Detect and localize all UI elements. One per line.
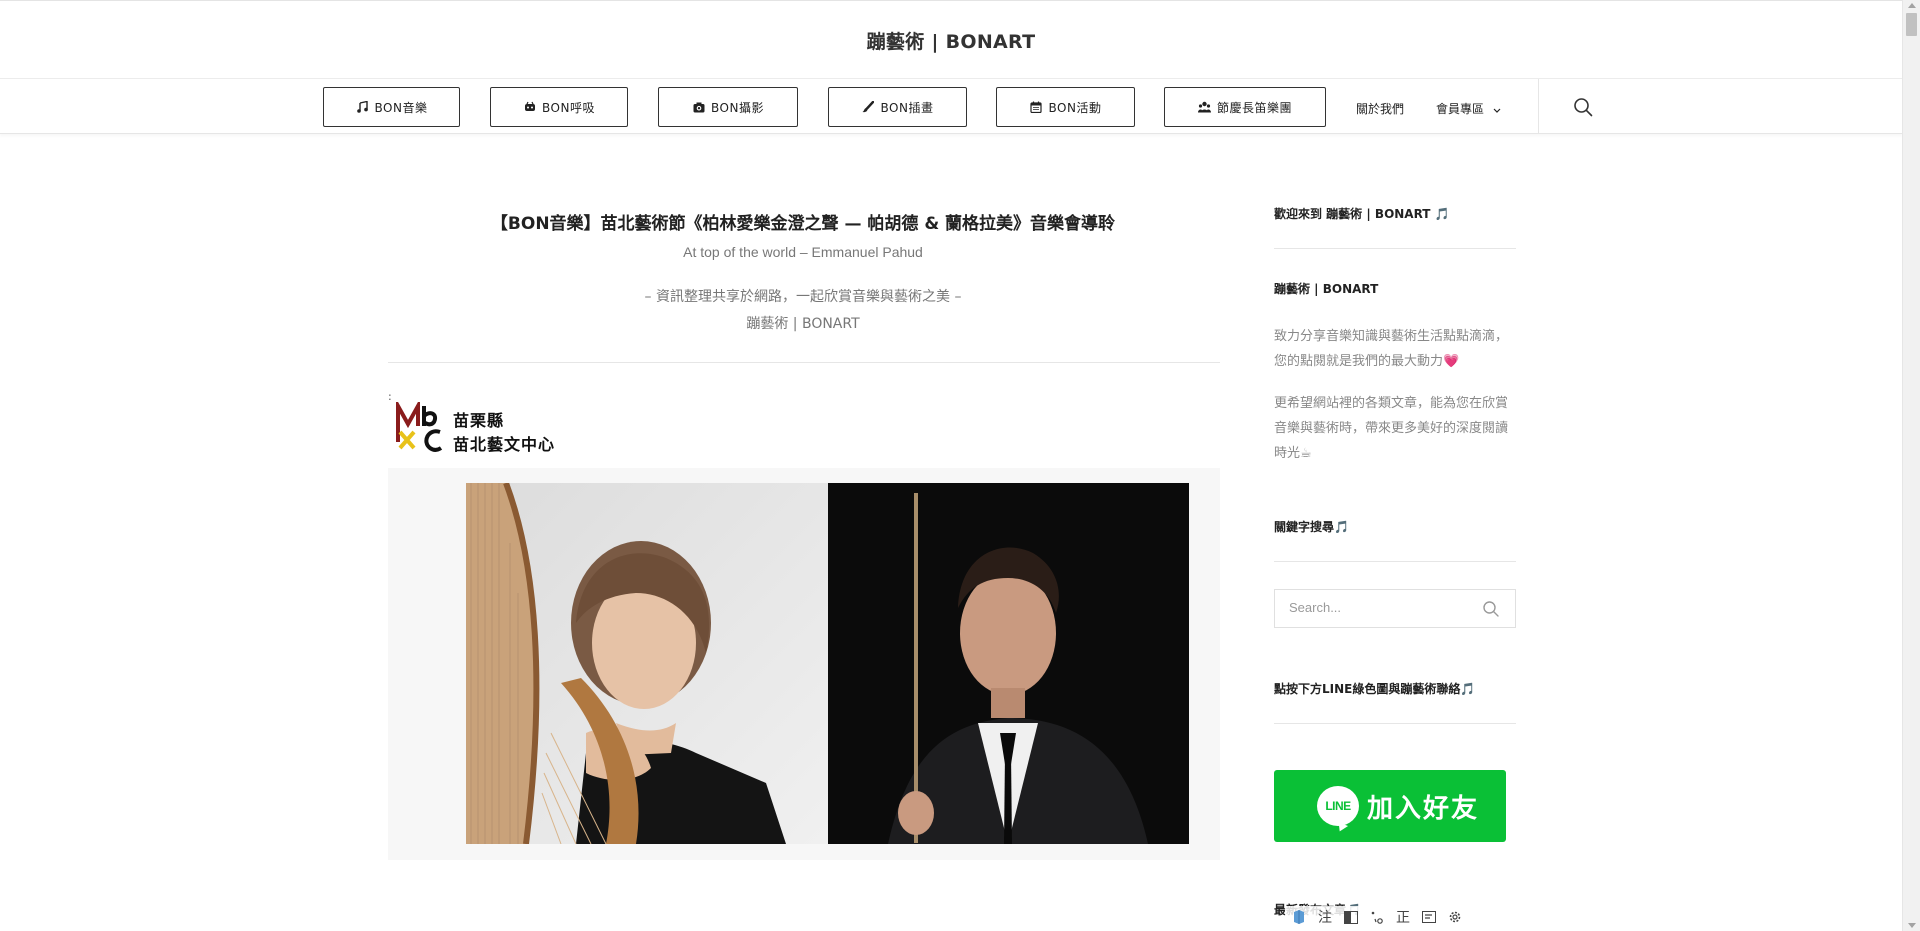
ime-halfwidth-icon[interactable] <box>1341 907 1361 927</box>
logo-text-center: 苗北藝文中心 <box>453 435 556 454</box>
sidebar-divider <box>1274 248 1516 249</box>
nav-button-label: 節慶長笛樂團 <box>1216 100 1292 115</box>
camera-icon <box>692 101 705 114</box>
post-subtitle: At top of the world – Emmanuel Pahud <box>683 244 923 260</box>
sidebar-search-input[interactable] <box>1289 600 1469 615</box>
ime-mode-traditional[interactable]: 正 <box>1393 907 1413 927</box>
brush-icon <box>862 101 875 114</box>
nav-button-label: BON活動 <box>1048 100 1102 115</box>
ime-settings-gear-icon[interactable] <box>1445 907 1465 927</box>
sidebar-about-heading: 蹦藝術 | BONART <box>1274 282 1379 296</box>
scroll-thumb[interactable] <box>1906 13 1917 36</box>
nav-button-events[interactable]: BON活動 <box>996 87 1135 127</box>
nav-divider <box>1538 79 1539 134</box>
group-icon <box>1197 101 1211 114</box>
ime-punctuation-icon[interactable] <box>1367 907 1387 927</box>
sidebar-keyword-heading: 關鍵字搜尋🎵 <box>1274 520 1349 534</box>
nav-link-member-label: 會員專區 <box>1436 102 1485 116</box>
sidebar-search-box <box>1274 589 1516 628</box>
post-signature: 蹦藝術 | BONART <box>746 316 860 332</box>
miaobei-arts-center-logo: 苗栗縣 苗北藝文中心 <box>396 402 566 454</box>
nav-button-breath[interactable]: BON呼吸 <box>490 87 628 127</box>
line-logo-icon: LINE <box>1317 786 1359 826</box>
search-icon[interactable] <box>1482 600 1500 618</box>
nav-link-about[interactable]: 關於我們 <box>1356 100 1404 117</box>
sidebar-welcome-heading: 歡迎來到 蹦藝術 | BONART 🎵 <box>1274 207 1450 221</box>
main-navigation: BON音樂 BON呼吸 BON攝影 BON插畫 BON活動 節慶長笛樂團 關於我… <box>0 79 1902 134</box>
scroll-down-arrow-icon[interactable] <box>1908 923 1916 928</box>
logo-mark <box>396 402 443 452</box>
ime-softkeyboard-icon[interactable] <box>1419 907 1439 927</box>
line-add-friend-label: 加入好友 <box>1367 793 1480 824</box>
featured-image <box>388 468 1220 860</box>
logo-text-county: 苗栗縣 <box>453 411 505 430</box>
chevron-down-icon <box>1493 103 1501 117</box>
page-scrollbar[interactable] <box>1902 0 1920 931</box>
music-note-icon <box>356 101 369 114</box>
nav-button-illustration[interactable]: BON插畫 <box>828 87 967 127</box>
calendar-icon <box>1030 101 1043 114</box>
site-header: 蹦藝術 | BONART <box>0 0 1902 79</box>
sidebar-line-heading: 點按下方LINE綠色圖與蹦藝術聯絡🎵 <box>1274 682 1476 696</box>
sidebar-divider <box>1274 723 1516 724</box>
nav-button-flute-ensemble[interactable]: 節慶長笛樂團 <box>1164 87 1326 127</box>
nav-button-label: BON呼吸 <box>542 100 595 115</box>
nav-button-label: BON插畫 <box>880 100 934 115</box>
harpist-photo <box>466 483 828 844</box>
flutist-photo <box>828 483 1189 844</box>
post-tagline: – 資訊整理共享於網路，一起欣賞音樂與藝術之美 – <box>644 289 962 305</box>
spa-icon <box>523 101 536 114</box>
search-icon[interactable] <box>1573 97 1593 117</box>
nav-link-member[interactable]: 會員專區 <box>1436 100 1501 117</box>
nav-button-photo[interactable]: BON攝影 <box>658 87 798 127</box>
sidebar-about-paragraph-1: 致力分享音樂知識與藝術生活點點滴滴，您的點閱就是我們的最大動力💗 <box>1274 329 1509 369</box>
ime-toolbar: 注 正 <box>1285 906 1469 928</box>
ime-mode-zhuyin[interactable]: 注 <box>1315 907 1335 927</box>
scroll-up-arrow-icon[interactable] <box>1908 3 1916 8</box>
content-colon: : <box>388 390 392 403</box>
sidebar-divider <box>1274 561 1516 562</box>
nav-button-label: BON音樂 <box>374 100 428 115</box>
nav-button-label: BON攝影 <box>711 100 764 115</box>
sidebar-about-paragraph-2: 更希望網站裡的各類文章，能為您在欣賞音樂與藝術時，帶來更多美好的深度閱讀時光☕ <box>1274 396 1509 461</box>
line-add-friend-button[interactable]: LINE 加入好友 <box>1274 770 1506 842</box>
nav-button-music[interactable]: BON音樂 <box>323 87 460 127</box>
post-divider <box>388 362 1220 363</box>
site-title[interactable]: 蹦藝術 | BONART <box>0 27 1902 54</box>
ime-app-icon[interactable] <box>1289 907 1309 927</box>
post-title: 【BON音樂】苗北藝術節《柏林愛樂金澄之聲 — 帕胡德 & 蘭格拉美》音樂會導聆 <box>490 214 1116 234</box>
